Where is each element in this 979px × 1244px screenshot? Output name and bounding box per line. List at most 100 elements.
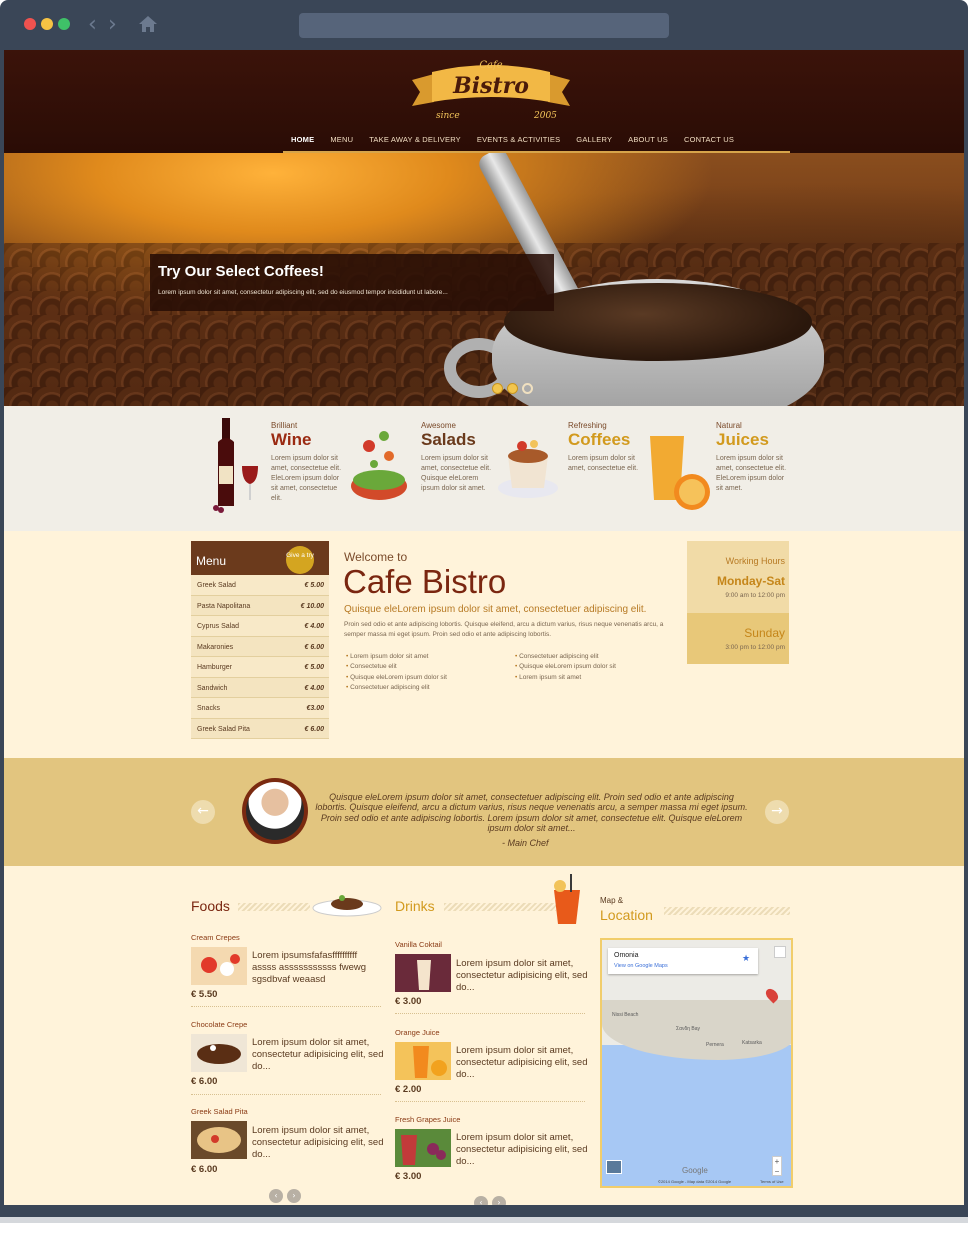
menu-item[interactable]: Greek Salad € 5.00 <box>191 575 329 596</box>
hero-text: Lorem ipsum dolor sit amet, consectetur … <box>158 289 448 296</box>
pegman-icon[interactable] <box>774 946 786 958</box>
drinks-heading: Drinks <box>395 898 435 914</box>
feature-salads-kicker: Awesome <box>421 421 456 430</box>
sunday-time: 3:00 pm to 12:00 pm <box>725 644 785 651</box>
slide-dot-2[interactable] <box>507 383 518 394</box>
food-item-title[interactable]: Greek Salad Pita <box>191 1107 248 1116</box>
food-item-desc: Lorem ipsum dolor sit amet, consectetur … <box>252 1125 384 1160</box>
menu-title: Menu <box>196 554 227 568</box>
menu-item-name: Hamburger <box>197 664 233 671</box>
feature-juices-text: Lorem ipsum dolor sit amet, consectetue … <box>716 455 787 492</box>
menu-item-price: € 4.00 <box>304 623 324 630</box>
food-item-desc: Lorem ipsum dolor sit amet, consectetur … <box>252 1037 384 1072</box>
weekdays-time: 9:00 am to 12:00 pm <box>725 592 785 599</box>
foods-next-button[interactable]: › <box>287 1189 301 1203</box>
map-zoom-controls[interactable]: + − <box>772 1156 782 1176</box>
nav-gallery[interactable]: GALLERY <box>568 129 620 153</box>
food-item-price: € 6.00 <box>191 1164 218 1175</box>
address-bar[interactable] <box>299 13 669 38</box>
menu-item[interactable]: Pasta Napolitana € 10.00 <box>191 596 329 616</box>
location-heading: Location <box>600 907 653 923</box>
forward-arrow-icon[interactable]: › <box>108 12 117 37</box>
menu-item-name: Greek Salad Pita <box>197 725 250 733</box>
menu-item-name: Sandwich <box>197 684 228 692</box>
maximize-window-button[interactable] <box>58 18 70 30</box>
home-icon[interactable] <box>138 14 158 34</box>
food-item-title[interactable]: Cream Crepes <box>191 933 240 942</box>
greek-salad-pita-thumb <box>191 1121 247 1159</box>
divider <box>395 1013 585 1014</box>
hero-title: Try Our Select Coffees! <box>158 263 324 280</box>
welcome-bullets-left: Lorem ipsum dolor sit amet Consectetue e… <box>346 652 447 693</box>
drink-item-desc: Lorem ipsum dolor sit amet, consectetur … <box>456 1045 588 1080</box>
nav-contact[interactable]: CONTACT US <box>676 129 742 153</box>
food-item-title[interactable]: Chocolate Crepe <box>191 1020 247 1029</box>
sunday-label: Sunday <box>744 626 785 640</box>
menu-box: Menu Give a try Greek Salad € 5.00 Pasta … <box>191 541 329 739</box>
minimize-window-button[interactable] <box>41 18 53 30</box>
wine-bottle-icon <box>213 418 258 513</box>
menu-item[interactable]: Greek Salad Pita € 6.00 <box>191 719 329 739</box>
location-hatch <box>664 907 790 915</box>
slide-dot-1[interactable] <box>492 383 503 394</box>
nav-take-away[interactable]: TAKE AWAY & DELIVERY <box>361 129 469 153</box>
drinks-prev-button[interactable]: ‹ <box>474 1196 488 1205</box>
cocktail-icon <box>554 874 580 924</box>
cafe-bistro-logo[interactable]: Cafe Bistro since 2005 <box>406 54 576 124</box>
foods-prev-button[interactable]: ‹ <box>269 1189 283 1203</box>
chef-avatar <box>246 782 304 840</box>
menu-item[interactable]: Snacks €3.00 <box>191 698 329 719</box>
testimonial-prev-button[interactable]: ← <box>191 800 215 824</box>
svg-text:Cafe: Cafe <box>479 60 502 71</box>
map-label: Katsarka <box>742 1040 762 1046</box>
bullet-item: Lorem ipsum dolor sit amet <box>346 652 447 662</box>
feature-juices-kicker: Natural <box>716 421 742 430</box>
drink-item-title[interactable]: Fresh Grapes Juice <box>395 1115 460 1124</box>
menu-item[interactable]: Sandwich € 4.00 <box>191 678 329 698</box>
testimonial-next-button[interactable]: → <box>765 800 789 824</box>
satellite-toggle-icon[interactable] <box>606 1160 622 1174</box>
google-logo: Google <box>682 1166 708 1175</box>
map-attribution: ©2014 Google - Map data ©2014 Google <box>658 1179 732 1184</box>
google-map[interactable]: Omonia View on Google Maps ★ Σανδη Bay Ν… <box>600 938 793 1188</box>
give-a-try-badge[interactable]: Give a try <box>286 546 314 574</box>
bullet-item: Consectetuer adipiscing elit <box>515 652 616 662</box>
back-arrow-icon[interactable]: ‹ <box>88 12 97 37</box>
map-terms-link[interactable]: Terms of Use <box>760 1179 784 1184</box>
testimonial-band: ← → Quisque eleLorem ipsum dolor sit ame… <box>4 758 964 866</box>
vanilla-coktail-thumb <box>395 954 451 992</box>
nav-menu[interactable]: MENU <box>322 129 361 153</box>
drink-item-title[interactable]: Orange Juice <box>395 1028 440 1037</box>
slide-dot-3[interactable] <box>522 383 533 394</box>
menu-item-price: € 4.00 <box>304 684 324 692</box>
welcome-bullets-right: Consectetuer adipiscing elit Quisque ele… <box>515 652 616 683</box>
bullet-item: Quisque eleLorem ipsum dolor sit <box>515 662 616 672</box>
page-viewport: Cafe Bistro since 2005 HOME MENU TAKE AW… <box>4 50 964 1205</box>
browser-shadow <box>0 1217 968 1223</box>
browser-toolbar: ‹ › <box>0 0 968 50</box>
nav-about[interactable]: ABOUT US <box>620 129 676 153</box>
site-header: Cafe Bistro since 2005 HOME MENU TAKE AW… <box>4 50 964 153</box>
menu-item[interactable]: Makaronies € 6.00 <box>191 637 329 657</box>
star-icon[interactable]: ★ <box>742 954 750 964</box>
food-item-price: € 6.00 <box>191 1076 218 1087</box>
menu-item[interactable]: Cyprus Salad € 4.00 <box>191 616 329 637</box>
menu-item[interactable]: Hamburger € 5.00 <box>191 657 329 678</box>
bullet-item: Consectetue elit <box>346 662 447 672</box>
menu-item-price: € 5.00 <box>304 582 324 589</box>
coffee-cup-icon <box>498 440 558 498</box>
orange-juice-icon <box>650 436 710 510</box>
drinks-next-button[interactable]: › <box>492 1196 506 1205</box>
testimonial-quote: Quisque eleLorem ipsum dolor sit amet, c… <box>315 792 748 834</box>
cream-crepes-thumb <box>191 947 247 985</box>
drink-item-title[interactable]: Vanilla Coktail <box>395 940 442 949</box>
close-window-button[interactable] <box>24 18 36 30</box>
map-label: Σανδη Bay <box>676 1026 701 1032</box>
feature-salads-text: Lorem ipsum dolor sit amet, consectetue … <box>421 455 492 492</box>
bullet-item: Consectetuer adipiscing elit <box>346 683 447 693</box>
nav-events[interactable]: EVENTS & ACTIVITIES <box>469 129 568 153</box>
nav-home[interactable]: HOME <box>283 129 323 153</box>
welcome-body: Proin sed odio et ante adipiscing lobort… <box>344 621 664 638</box>
foods-hatch <box>238 903 310 911</box>
view-on-google-maps-link[interactable]: View on Google Maps <box>614 963 668 969</box>
